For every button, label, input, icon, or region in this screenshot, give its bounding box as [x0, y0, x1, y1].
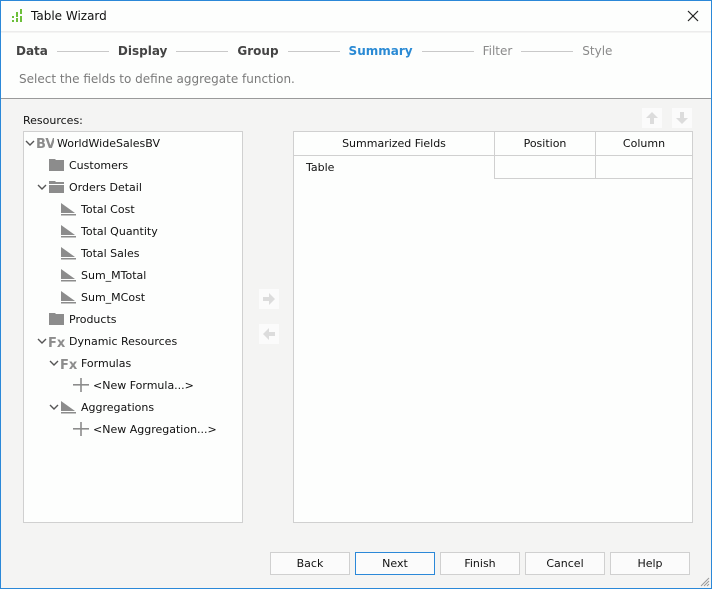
step-filter[interactable]: Filter — [483, 44, 513, 58]
tree-item-label: Formulas — [81, 356, 132, 370]
move-down-button[interactable] — [672, 108, 692, 128]
tree-item-label: Aggregations — [81, 400, 155, 414]
column-header-column[interactable]: Column — [596, 132, 693, 156]
chevron-down-icon[interactable] — [37, 182, 47, 192]
step-divider — [176, 50, 229, 52]
tree-item-total-sales[interactable]: Total Sales — [60, 243, 139, 263]
wizard-steps: Data Display Group Summary Filter Style — [16, 43, 612, 59]
tree-item-orders-detail[interactable]: Orders Detail — [37, 177, 142, 197]
tree-item-customers[interactable]: Customers — [48, 155, 128, 175]
chevron-down-icon[interactable] — [49, 402, 59, 412]
folder-icon — [49, 313, 64, 325]
folder-icon — [49, 159, 64, 171]
arrow-up-icon — [646, 112, 658, 124]
tree-item-label: Total Quantity — [81, 224, 158, 238]
step-description: Select the fields to define aggregate fu… — [19, 72, 295, 86]
chevron-down-icon[interactable] — [49, 358, 59, 368]
arrow-right-icon — [263, 293, 275, 305]
tree-item-label: Total Sales — [81, 246, 140, 260]
step-divider — [287, 50, 340, 52]
tree-item-total-cost[interactable]: Total Cost — [60, 199, 135, 219]
wizard-header: Data Display Group Summary Filter Style … — [1, 33, 711, 99]
tree-item-sum-mtotal[interactable]: Sum_MTotal — [60, 265, 146, 285]
tree-item-label: Sum_MTotal — [81, 268, 147, 282]
aggregation-icon — [61, 203, 76, 216]
aggregation-icon — [61, 247, 76, 260]
tree-item-label: WorldWideSalesBV — [57, 136, 160, 150]
table-wizard-icon — [12, 9, 22, 22]
table-row-position[interactable] — [495, 156, 596, 179]
add-icon — [73, 422, 89, 436]
column-header-position[interactable]: Position — [495, 132, 596, 156]
back-button[interactable]: Back — [270, 552, 350, 575]
tree-item-label: <New Aggregation...> — [93, 422, 217, 436]
column-header-summarized-fields[interactable]: Summarized Fields — [294, 132, 495, 156]
svg-text:Fx: Fx — [48, 336, 66, 348]
tree-item-products[interactable]: Products — [48, 309, 117, 329]
remove-field-button[interactable] — [259, 324, 279, 344]
window-title: Table Wizard — [31, 9, 107, 23]
title-bar: Table Wizard — [1, 1, 711, 32]
tree-item-worldwidesalesbv[interactable]: BV WorldWideSalesBV — [25, 133, 160, 153]
finish-button[interactable]: Finish — [440, 552, 520, 575]
tree-item-label: Orders Detail — [69, 180, 142, 194]
table-wizard-dialog: Table Wizard Data Display Group Summary … — [0, 0, 712, 589]
move-up-button[interactable] — [642, 108, 662, 128]
arrow-left-icon — [263, 328, 275, 340]
tree-item-new-aggregation[interactable]: <New Aggregation...> — [72, 419, 217, 439]
table-row-field[interactable]: Table — [294, 156, 495, 179]
folder-open-icon — [49, 181, 64, 193]
step-style[interactable]: Style — [582, 44, 612, 58]
tree-item-new-formula[interactable]: <New Formula...> — [72, 375, 194, 395]
svg-text:Fx: Fx — [60, 358, 78, 370]
aggregation-icon — [61, 401, 76, 414]
resize-grip-icon[interactable] — [698, 575, 710, 587]
tree-item-aggregations[interactable]: Aggregations — [49, 397, 154, 417]
aggregation-icon — [61, 225, 76, 238]
resources-label: Resources: — [23, 114, 83, 127]
add-icon — [73, 378, 89, 392]
help-button[interactable]: Help — [610, 552, 690, 575]
tree-item-label: <New Formula...> — [93, 378, 194, 392]
cancel-button[interactable]: Cancel — [525, 552, 605, 575]
tree-item-label: Total Cost — [81, 202, 135, 216]
resources-tree[interactable]: BV WorldWideSalesBV Customers Orders Det… — [23, 131, 243, 523]
business-view-icon: BV — [36, 137, 54, 150]
tree-item-formulas[interactable]: Fx Formulas — [49, 353, 131, 373]
step-divider — [56, 50, 109, 52]
table-row-column[interactable] — [596, 156, 693, 179]
step-divider — [421, 50, 474, 52]
formula-icon: Fx — [60, 358, 78, 370]
step-summary[interactable]: Summary — [349, 44, 413, 58]
next-button[interactable]: Next — [355, 552, 435, 575]
tree-item-label: Customers — [69, 158, 129, 172]
tree-item-dynamic-resources[interactable]: Fx Dynamic Resources — [37, 331, 177, 351]
step-data[interactable]: Data — [16, 44, 48, 58]
summary-table[interactable]: Summarized Fields Position Column Table — [293, 131, 693, 523]
aggregation-icon — [61, 291, 76, 304]
arrow-down-icon — [676, 112, 688, 124]
close-icon[interactable] — [681, 5, 705, 27]
step-display[interactable]: Display — [118, 44, 167, 58]
step-group[interactable]: Group — [237, 44, 278, 58]
tree-item-sum-mcost[interactable]: Sum_MCost — [60, 287, 145, 307]
formula-icon: Fx — [48, 336, 66, 348]
svg-text:BV: BV — [36, 137, 54, 150]
tree-item-label: Sum_MCost — [81, 290, 146, 304]
aggregation-icon — [61, 269, 76, 282]
tree-item-label: Products — [69, 312, 117, 326]
tree-item-total-quantity[interactable]: Total Quantity — [60, 221, 158, 241]
tree-item-label: Dynamic Resources — [69, 334, 178, 348]
chevron-down-icon[interactable] — [37, 336, 47, 346]
chevron-down-icon[interactable] — [25, 138, 35, 148]
add-field-button[interactable] — [259, 289, 279, 309]
step-divider — [521, 50, 574, 52]
